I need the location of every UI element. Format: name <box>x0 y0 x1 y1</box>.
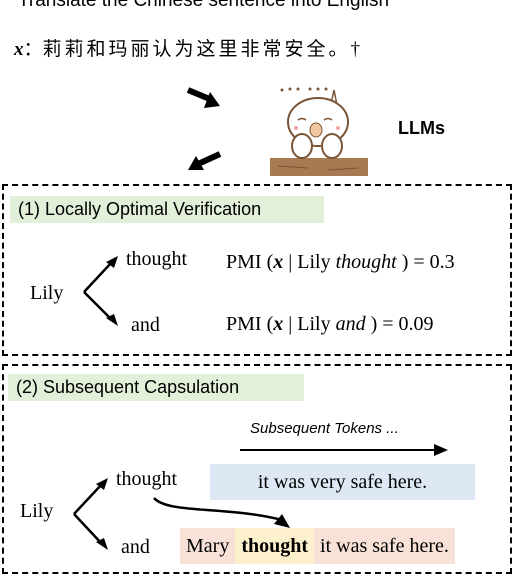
branch-up-arrow-icon <box>83 256 118 293</box>
alpaca-mascot-icon <box>270 87 368 176</box>
dagger-mark: † <box>350 39 361 60</box>
section-locally-optimal-verification: (1) Locally Optimal Verification Lily th… <box>2 184 512 356</box>
subsequent-tokens-label: Subsequent Tokens ... <box>250 420 399 437</box>
branch-down-arrow-icon <box>83 291 118 326</box>
root-token: Lily <box>30 282 64 304</box>
continuation-part-thought: thought <box>235 528 315 564</box>
arrow-into-llm-icon <box>186 87 220 108</box>
branch-token-thought: thought <box>116 468 178 490</box>
branch-token-thought: thought <box>126 248 188 270</box>
source-separator: ： <box>23 39 43 60</box>
continuation-thought: it was very safe here. <box>210 464 475 500</box>
branch-up-arrow-icon <box>73 478 108 515</box>
branch-token-and: and <box>121 536 150 558</box>
source-sentence-line: x：莉莉和玛丽认为这里非常安全。† <box>14 34 360 61</box>
section-title: (1) Locally Optimal Verification <box>10 196 324 223</box>
pmi-score-and: PMI (x | Lily and ) = 0.09 <box>226 313 434 335</box>
branch-arrows <box>73 478 108 550</box>
continuation-and: Mary thought it was safe here. <box>180 528 455 564</box>
root-token: Lily <box>20 500 54 522</box>
branch-arrows <box>83 256 118 326</box>
source-sentence: 莉莉和玛丽认为这里非常安全。 <box>42 39 351 60</box>
llm-flow-arrows <box>186 87 222 170</box>
continuation-part-mary: Mary <box>180 528 236 564</box>
branch-down-arrow-icon <box>73 513 108 550</box>
continuation-part-rest: it was safe here. <box>314 528 455 564</box>
subsequent-tokens-arrow-icon <box>240 444 448 456</box>
section-subsequent-capsulation: (2) Subsequent Capsulation Subsequent To… <box>2 364 512 574</box>
llm-label: LLMs <box>398 118 445 138</box>
branch-token-and: and <box>131 314 160 336</box>
arrow-out-of-llm-icon <box>188 151 222 170</box>
source-variable: x <box>14 39 24 60</box>
instruction-text: Translate the Chinese sentence into Engl… <box>18 0 390 11</box>
section-title: (2) Subsequent Capsulation <box>8 374 304 401</box>
pmi-score-thought: PMI (x | Lily thought ) = 0.3 <box>226 251 455 273</box>
